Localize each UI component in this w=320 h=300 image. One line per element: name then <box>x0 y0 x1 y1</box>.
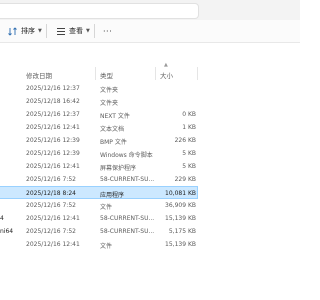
file-row[interactable]: 2025/12/16 12:39 BMP 文件 226 KB <box>0 134 300 147</box>
file-type: NEXT 文件 <box>100 113 130 120</box>
file-size: 15,139 KB <box>165 241 196 248</box>
file-size: 5 KB <box>182 163 196 170</box>
view-list-icon <box>57 27 65 35</box>
file-row[interactable]: 2025/12/16 12:37 NEXT 文件 0 KB <box>0 108 300 121</box>
title-strip <box>0 0 300 20</box>
file-size: 10,081 KB <box>165 190 196 197</box>
file-type: 58-CURRENT-SU... <box>100 228 155 235</box>
file-size: 15,139 KB <box>165 215 196 222</box>
file-row[interactable]: 2025/12/16 12:41 屏幕保护程序 5 KB <box>0 160 300 173</box>
file-date: 2025/12/16 12:39 <box>26 150 80 157</box>
file-date: 2025/12/16 12:41 <box>26 215 80 222</box>
file-type: 屏幕保护程序 <box>100 165 137 172</box>
file-type: BMP 文件 <box>100 139 127 146</box>
file-size: 5 KB <box>182 150 196 157</box>
file-type: Windows 命令脚本 <box>100 152 153 159</box>
more-options-button[interactable]: ··· <box>103 20 112 42</box>
column-header-type[interactable]: 类型 <box>100 70 113 80</box>
more-icon: ··· <box>103 26 113 36</box>
file-type: 应用程序 <box>100 192 125 199</box>
file-type: 文件夹 <box>100 100 119 107</box>
sort-label: 排序 <box>21 27 35 35</box>
file-row[interactable]: 2025/12/16 7:52 58-CURRENT-SU... 229 KB <box>0 173 300 186</box>
address-bar[interactable] <box>0 3 199 19</box>
file-row[interactable]: ni64 2025/12/16 7:52 58-CURRENT-SU... 5,… <box>0 225 300 238</box>
file-date: 2025/12/16 12:41 <box>26 163 80 170</box>
column-header-size[interactable]: 大小 <box>160 70 173 80</box>
column-divider[interactable] <box>197 67 198 80</box>
file-row[interactable]: 2025/12/16 12:41 文本文档 1 KB <box>0 121 300 134</box>
chevron-down-icon: ▼ <box>86 28 90 34</box>
file-name: ni64 <box>0 228 14 235</box>
file-row-selected[interactable]: 2025/12/18 8:24 应用程序 10,081 KB <box>0 186 198 199</box>
file-size: 229 KB <box>174 176 196 183</box>
file-size: 0 KB <box>182 111 196 118</box>
column-divider[interactable] <box>95 67 96 80</box>
view-label: 查看 <box>69 27 83 35</box>
file-date: 2025/12/18 8:24 <box>26 190 76 197</box>
file-size: 5,175 KB <box>168 228 196 235</box>
file-size: 36,909 KB <box>165 202 196 209</box>
file-row[interactable]: 2025/12/16 7:52 文件 36,909 KB <box>0 199 300 212</box>
file-date: 2025/12/16 12:41 <box>26 241 80 248</box>
view-button[interactable]: 查看 ▼ <box>56 20 90 42</box>
file-row[interactable]: 2025/12/16 12:37 文件夹 <box>0 82 300 95</box>
file-row[interactable]: 2025/12/16 12:41 文件 15,139 KB <box>0 238 300 251</box>
column-divider[interactable] <box>155 67 156 80</box>
file-size: 1 KB <box>182 124 196 131</box>
file-type: 文本文档 <box>100 126 125 133</box>
file-type: 58-CURRENT-SU... <box>100 215 155 222</box>
file-date: 2025/12/16 12:37 <box>26 85 80 92</box>
file-date: 2025/12/16 12:37 <box>26 111 80 118</box>
file-list: 2025/12/16 12:37 文件夹 2025/12/18 16:42 文件… <box>0 82 300 251</box>
file-type: 文件 <box>100 243 113 250</box>
file-date: 2025/12/16 7:52 <box>26 176 76 183</box>
file-name: 4 <box>0 215 4 222</box>
column-header-date[interactable]: 修改日期 <box>26 70 52 80</box>
command-bar: 排序 ▼ 查看 ▼ ··· <box>0 20 300 43</box>
file-date: 2025/12/16 12:39 <box>26 137 80 144</box>
file-type: 文件 <box>100 204 113 211</box>
toolbar-divider <box>46 24 47 38</box>
file-type: 文件夹 <box>100 87 119 94</box>
toolbar-divider <box>94 24 95 38</box>
file-date: 2025/12/16 12:41 <box>26 124 80 131</box>
file-size: 226 KB <box>174 137 196 144</box>
file-date: 2025/12/16 7:52 <box>26 202 76 209</box>
file-row[interactable]: 2025/12/18 16:42 文件夹 <box>0 95 300 108</box>
column-header-row: 修改日期 类型 大小 <box>0 67 300 80</box>
file-row[interactable]: 2025/12/16 12:39 Windows 命令脚本 5 KB <box>0 147 300 160</box>
file-date: 2025/12/18 16:42 <box>26 98 80 105</box>
file-row[interactable]: 4 2025/12/16 12:41 58-CURRENT-SU... 15,1… <box>0 212 300 225</box>
file-date: 2025/12/16 7:52 <box>26 228 76 235</box>
sort-button[interactable]: 排序 ▼ <box>8 20 42 42</box>
chevron-down-icon: ▼ <box>38 28 42 34</box>
file-type: 58-CURRENT-SU... <box>100 176 155 183</box>
sort-icon <box>8 26 17 36</box>
